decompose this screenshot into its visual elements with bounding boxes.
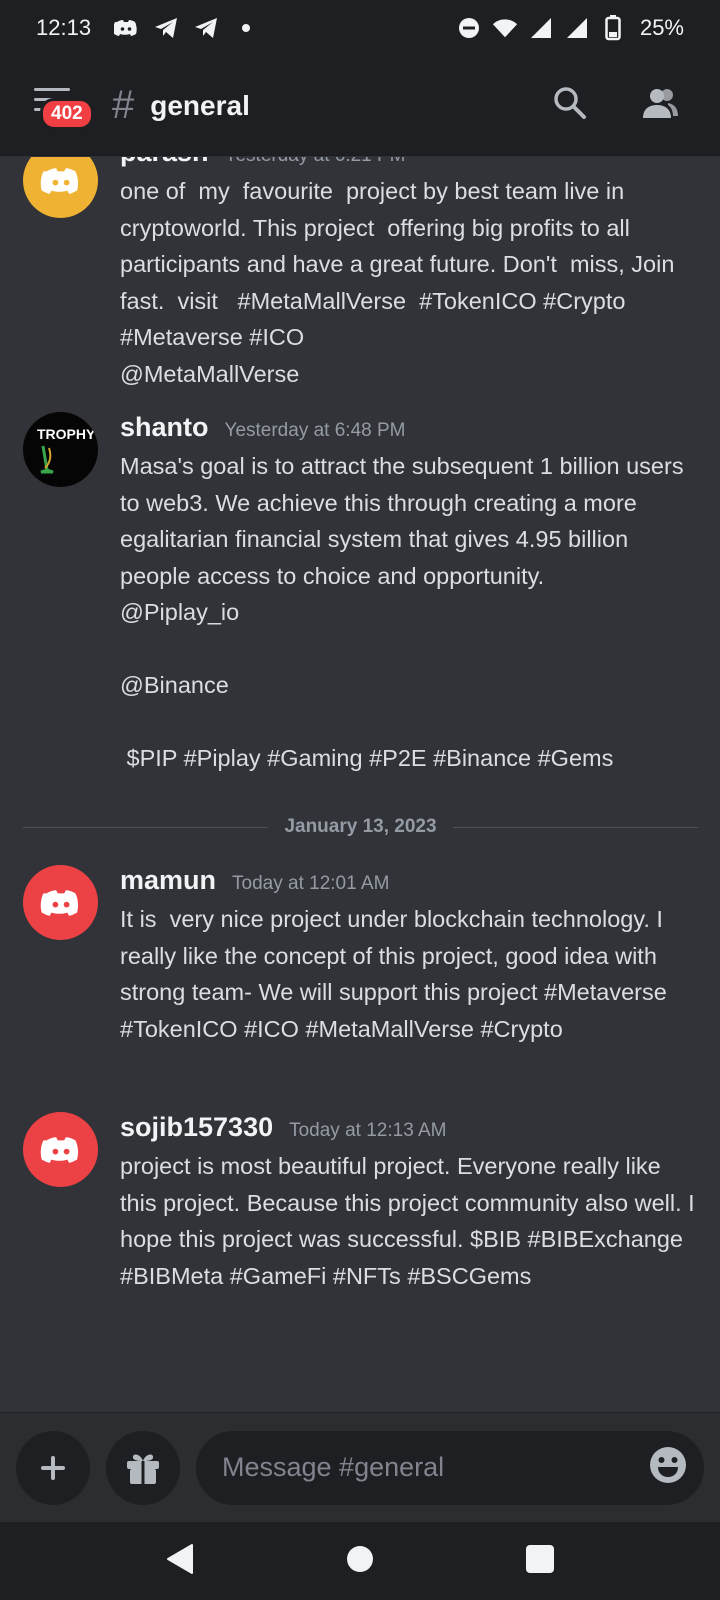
dot-icon bbox=[233, 15, 259, 41]
battery-percent: 25% bbox=[639, 15, 684, 40]
message-text: one of my favourite project by best team… bbox=[120, 178, 675, 387]
discord-logo-icon bbox=[40, 1136, 78, 1163]
channel-name[interactable]: general bbox=[150, 90, 250, 122]
discord-notif-icon bbox=[113, 15, 139, 41]
message-timestamp: Yesterday at 6:21 PM bbox=[225, 157, 406, 167]
menu-button[interactable]: 402 bbox=[20, 76, 94, 136]
message-input[interactable] bbox=[222, 1452, 648, 1483]
channel-header: 402 # general bbox=[0, 56, 720, 156]
battery-icon bbox=[600, 15, 626, 41]
message-text: Masa's goal is to attract the subsequent… bbox=[120, 453, 684, 771]
message-text: project is most beautiful project. Every… bbox=[120, 1153, 702, 1289]
message-list[interactable]: parash Yesterday at 6:21 PM one of my fa… bbox=[0, 157, 720, 1412]
avatar[interactable]: TROPHY bbox=[23, 412, 98, 487]
home-icon[interactable] bbox=[346, 1545, 374, 1578]
plus-icon bbox=[41, 1455, 65, 1480]
dnd-icon bbox=[456, 15, 482, 41]
author-name[interactable]: parash bbox=[120, 157, 209, 168]
gift-button[interactable] bbox=[106, 1430, 180, 1505]
avatar[interactable] bbox=[23, 157, 98, 218]
discord-logo-icon bbox=[40, 889, 78, 916]
signal-icon bbox=[528, 15, 554, 41]
status-bar: 12:13 25% bbox=[0, 0, 720, 56]
message-timestamp: Today at 12:13 AM bbox=[289, 1120, 447, 1141]
avatar[interactable] bbox=[23, 1112, 98, 1187]
recents-icon[interactable] bbox=[525, 1544, 555, 1579]
status-time: 12:13 bbox=[36, 15, 92, 40]
discord-logo-icon bbox=[40, 167, 78, 194]
members-icon[interactable] bbox=[640, 86, 680, 125]
notification-badge: 402 bbox=[40, 97, 94, 130]
avatar[interactable] bbox=[23, 865, 98, 940]
emoji-icon[interactable] bbox=[648, 1445, 688, 1490]
avatar-text: TROPHY bbox=[37, 426, 96, 442]
signal-icon bbox=[564, 15, 590, 41]
system-nav-bar bbox=[0, 1522, 720, 1600]
gift-icon bbox=[127, 1454, 159, 1484]
author-name[interactable]: mamun bbox=[120, 865, 216, 896]
wifi-icon bbox=[492, 15, 518, 41]
back-icon[interactable] bbox=[165, 1542, 195, 1581]
date-divider-label: January 13, 2023 bbox=[284, 816, 437, 837]
message-timestamp: Yesterday at 6:48 PM bbox=[224, 420, 406, 441]
author-name[interactable]: sojib157330 bbox=[120, 1112, 273, 1143]
date-divider: January 13, 2023 bbox=[23, 816, 698, 837]
add-attachment-button[interactable] bbox=[16, 1430, 90, 1505]
telegram-icon bbox=[193, 15, 219, 41]
telegram-icon bbox=[153, 15, 179, 41]
channel-hash-icon: # bbox=[112, 83, 135, 127]
author-name[interactable]: shanto bbox=[120, 412, 209, 443]
message-text: It is very nice project under blockchain… bbox=[120, 906, 674, 1042]
message-composer bbox=[0, 1412, 720, 1522]
search-icon[interactable] bbox=[552, 85, 588, 126]
message-timestamp: Today at 12:01 AM bbox=[232, 873, 390, 894]
message-input-wrapper bbox=[196, 1430, 704, 1505]
